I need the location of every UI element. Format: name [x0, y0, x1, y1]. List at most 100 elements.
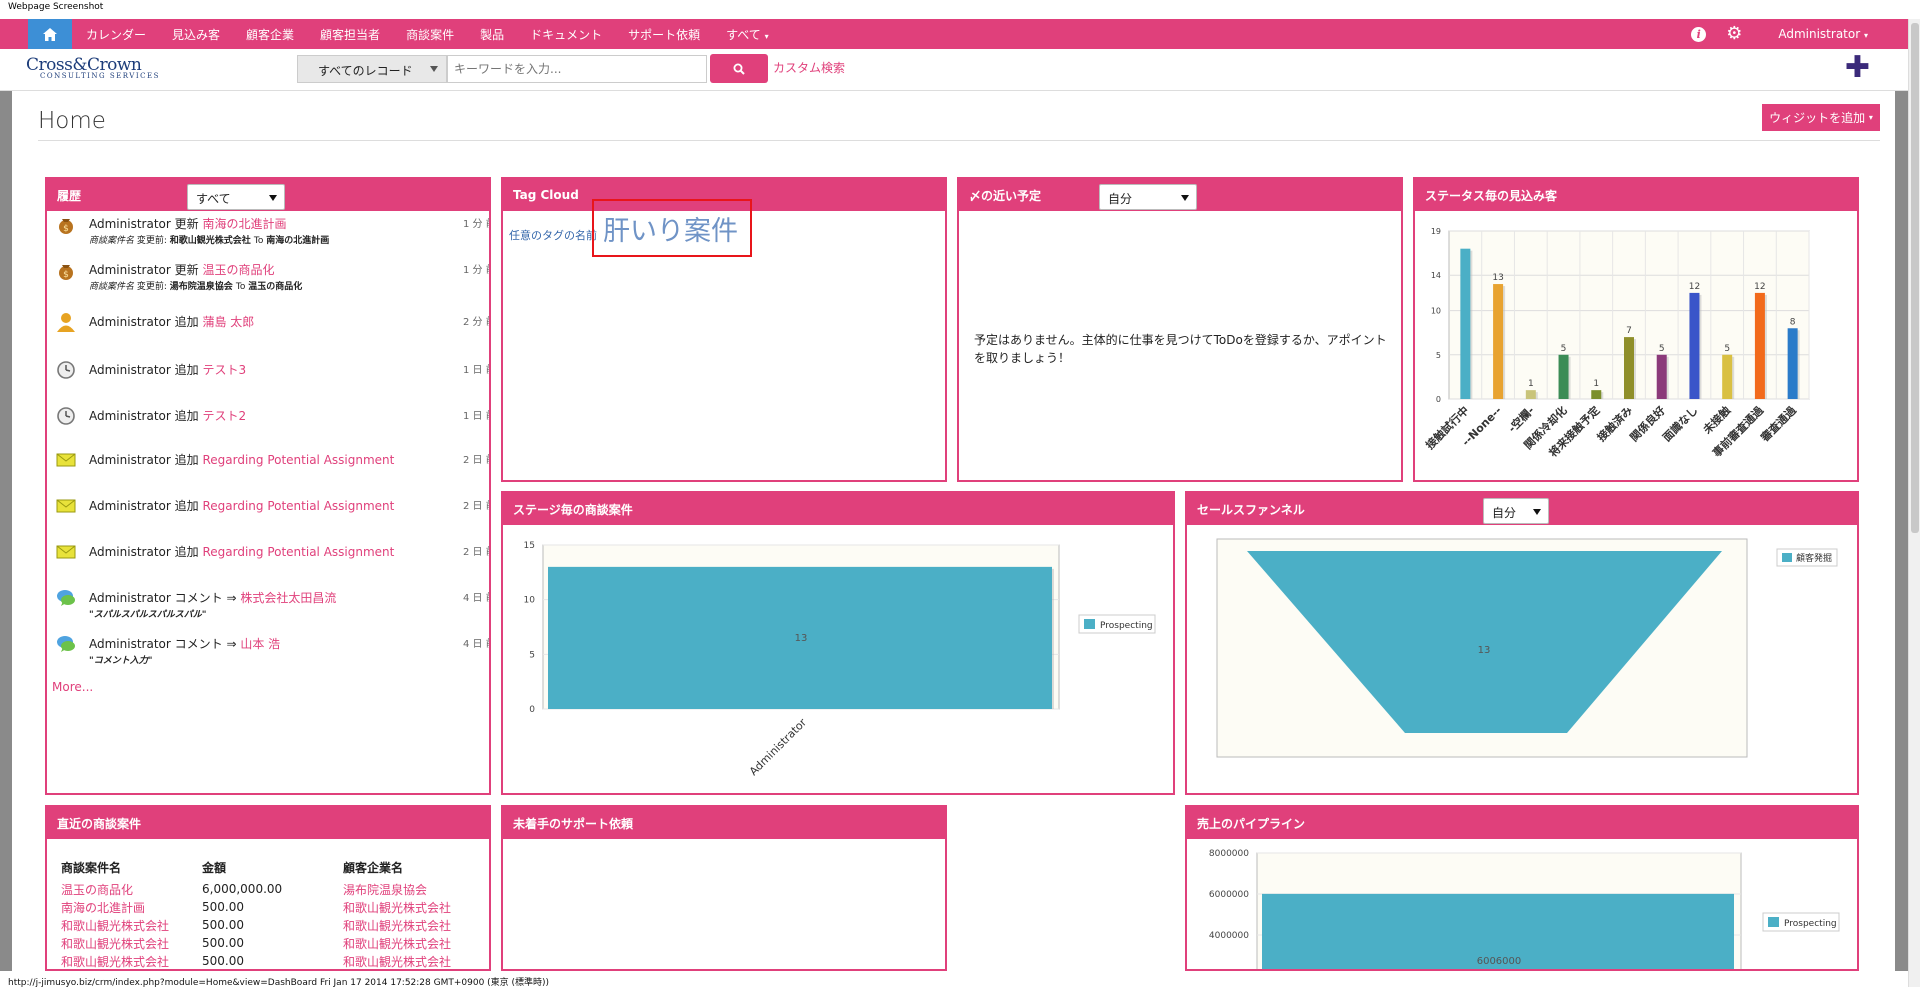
- history-action: 追加: [174, 363, 203, 377]
- deal-account-link[interactable]: 和歌山観光株式会社: [343, 898, 483, 916]
- info-icon[interactable]: i: [1691, 26, 1707, 42]
- deal-amount: 500.00: [202, 900, 244, 914]
- recent-deals-title: 直近の商談案件: [57, 816, 142, 831]
- money-bag-icon: $: [55, 259, 77, 281]
- funnel-filter-value: 自分: [1492, 506, 1517, 520]
- clock-icon: [55, 405, 77, 427]
- deal-account-link[interactable]: 和歌山観光株式会社: [343, 934, 483, 952]
- right-gutter: [1895, 91, 1908, 971]
- pipeline-title: 売上のパイプライン: [1197, 816, 1306, 831]
- comment-icon: [55, 633, 77, 655]
- bar-data-label: 7: [1626, 326, 1632, 336]
- y-tick-label: 4000000: [1209, 931, 1249, 941]
- y-tick-label: 5: [529, 650, 535, 660]
- history-filter-value: すべて: [196, 192, 231, 206]
- history-time: 1 日 前: [463, 365, 489, 376]
- chevron-down-icon: ▾: [1868, 113, 1873, 122]
- x-tick-label: 関係良好: [1627, 403, 1668, 444]
- search-button[interactable]: [710, 54, 768, 83]
- svg-text:$: $: [63, 270, 69, 280]
- nav-opportunities[interactable]: 商談案件: [406, 26, 454, 43]
- caret-down-icon: [1533, 509, 1541, 515]
- logo[interactable]: Cross&Crown CONSULTING SERVICES: [26, 55, 160, 80]
- recent-deals-header: 直近の商談案件: [47, 807, 489, 839]
- caret-down-icon: [1181, 195, 1189, 201]
- history-target-link[interactable]: 蒲島 太郎: [202, 315, 254, 329]
- deal-account-link[interactable]: 和歌山観光株式会社: [343, 952, 483, 969]
- user-menu[interactable]: Administrator ▾: [1778, 27, 1868, 41]
- deal-account-link[interactable]: 和歌山観光株式会社: [343, 916, 483, 934]
- nav-support[interactable]: サポート依頼: [628, 26, 700, 43]
- bar-data-label: 1: [1528, 379, 1534, 389]
- deal-amount: 500.00: [202, 918, 244, 932]
- history-time: 2 分 前: [463, 317, 489, 328]
- history-target-link[interactable]: Regarding Potential Assignment: [202, 453, 394, 467]
- plus-icon[interactable]: ✚: [1845, 53, 1870, 83]
- deal-name-link[interactable]: 和歌山観光株式会社: [61, 916, 202, 934]
- bar: [1787, 328, 1798, 399]
- tag-cloud-widget: Tag Cloud 任意のタグの名前 肝いり案件: [501, 177, 947, 482]
- history-text: Administrator 追加 テスト3: [89, 361, 246, 378]
- history-comment: "スパルスパルスパルスパル": [89, 610, 207, 620]
- nav-leads[interactable]: 見込み客: [172, 26, 220, 43]
- funnel-filter-select[interactable]: 自分: [1483, 498, 1549, 524]
- history-target-link[interactable]: テスト2: [202, 409, 246, 423]
- page-scrollbar[interactable]: [1908, 19, 1920, 987]
- nav-contacts[interactable]: 顧客担当者: [320, 26, 380, 43]
- record-type-label: すべてのレコード: [318, 64, 413, 78]
- history-more-link[interactable]: More...: [52, 680, 93, 694]
- deal-name-link[interactable]: 和歌山観光株式会社: [61, 934, 202, 952]
- history-detail: 商談案件名 変更前: 和歌山観光株式会社 To 南海の北進計画: [89, 233, 329, 246]
- tag-small[interactable]: 任意のタグの名前: [509, 227, 597, 243]
- history-actor: Administrator: [89, 409, 175, 423]
- add-widget-button[interactable]: ウィジットを追加 ▾: [1762, 104, 1880, 131]
- history-header: 履歴 すべて: [47, 179, 489, 211]
- history-detail-to-word: To: [235, 282, 249, 292]
- history-target-link[interactable]: 株式会社太田昌流: [240, 591, 336, 605]
- bar: [1624, 337, 1634, 399]
- history-text: Administrator 追加 Regarding Potential Ass…: [89, 451, 394, 468]
- scrollbar-thumb[interactable]: [1911, 23, 1919, 533]
- history-target-link[interactable]: 南海の北進計画: [202, 217, 286, 231]
- history-target-link[interactable]: Regarding Potential Assignment: [202, 545, 394, 559]
- history-text: Administrator 追加 蒲島 太郎: [89, 313, 254, 330]
- history-action: 追加: [174, 545, 203, 559]
- history-item: Administrator コメント ⇒ 山本 浩 "コメント入力" 4 日 前: [55, 633, 489, 673]
- deal-account-link[interactable]: 湯布院温泉協会: [343, 880, 483, 898]
- bar: [1656, 354, 1667, 399]
- sales-pipeline-widget: 売上のパイプライン 8000000 6000000 4000000 6006000 Pr…: [1185, 805, 1859, 971]
- history-action: 追加: [174, 499, 203, 513]
- history-action: 追加: [174, 409, 203, 423]
- history-item: Administrator 追加 蒲島 太郎 2 分 前: [55, 311, 489, 351]
- nav-products[interactable]: 製品: [480, 26, 504, 43]
- history-target-link[interactable]: テスト3: [202, 363, 246, 377]
- record-type-select[interactable]: すべてのレコード: [297, 55, 447, 83]
- history-item: Administrator 追加 Regarding Potential Ass…: [55, 541, 489, 581]
- home-button[interactable]: [28, 19, 72, 49]
- deal-name-link[interactable]: 温玉の商品化: [61, 880, 202, 898]
- nav-calendar[interactable]: カレンダー: [86, 26, 146, 43]
- custom-search-link[interactable]: カスタム検索: [773, 59, 845, 76]
- tag-big[interactable]: 肝いり案件: [603, 209, 738, 248]
- nav-all-menu[interactable]: すべて ▾: [726, 26, 769, 43]
- history-text: Administrator 追加 テスト2: [89, 407, 246, 424]
- history-filter-select[interactable]: すべて: [187, 184, 285, 210]
- nav-accounts[interactable]: 顧客企業: [246, 26, 294, 43]
- nav-documents[interactable]: ドキュメント: [530, 26, 602, 43]
- history-target-link[interactable]: 山本 浩: [240, 637, 280, 651]
- schedule-filter-select[interactable]: 自分: [1099, 184, 1197, 210]
- history-time: 1 日 前: [463, 411, 489, 422]
- lead-status-header: ステータス毎の見込み客: [1415, 179, 1857, 211]
- history-item: Administrator 追加 Regarding Potential Ass…: [55, 495, 489, 535]
- home-icon: [43, 27, 57, 41]
- history-target-link[interactable]: 温玉の商品化: [202, 263, 274, 277]
- deal-name-link[interactable]: 和歌山観光株式会社: [61, 952, 202, 969]
- gear-icon[interactable]: ⚙: [1726, 25, 1742, 43]
- search-input[interactable]: [447, 55, 707, 83]
- bar-data-label: 5: [1561, 344, 1567, 354]
- user-name: Administrator: [1778, 27, 1861, 41]
- recent-deals-table: 商談案件名 金額 顧客企業名 温玉の商品化 6,000,000.00 湯布院温泉協会…: [61, 859, 483, 969]
- deal-name-link[interactable]: 南海の北進計画: [61, 898, 202, 916]
- history-actor: Administrator: [89, 453, 175, 467]
- history-target-link[interactable]: Regarding Potential Assignment: [202, 499, 394, 513]
